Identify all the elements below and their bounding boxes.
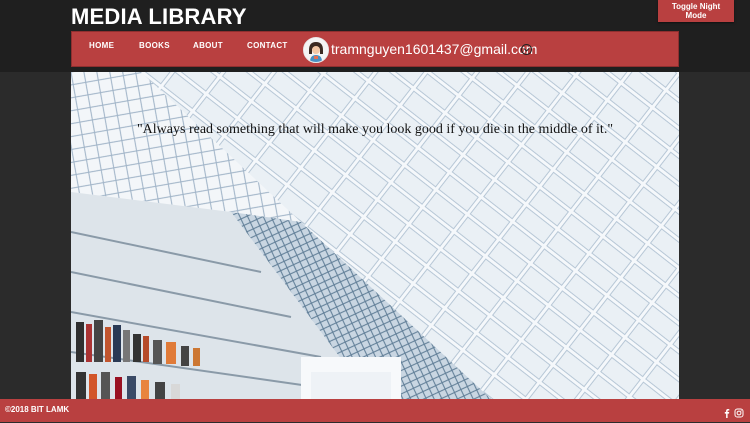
copyright-text: ©2018 BIT LAMK (5, 405, 70, 414)
nav-item-home[interactable]: HOME (89, 41, 114, 50)
nav-item-about[interactable]: ABOUT (193, 41, 223, 50)
top-bar: MEDIA LIBRARY Toggle Night Mode HOME BOO… (0, 0, 750, 72)
hero-banner: "Always read something that will make yo… (71, 72, 679, 399)
instagram-icon[interactable] (734, 405, 744, 418)
user-email[interactable]: tramnguyen1601437@gmail.com (331, 41, 537, 57)
avatar[interactable] (303, 37, 329, 63)
facebook-icon[interactable] (722, 405, 732, 418)
nav-item-contact[interactable]: CONTACT (247, 41, 288, 50)
footer: ©2018 BIT LAMK (0, 399, 750, 422)
avatar-illustration-icon (304, 38, 328, 62)
toggle-night-mode-button[interactable]: Toggle Night Mode (658, 0, 734, 22)
hero-quote: "Always read something that will make yo… (136, 122, 614, 137)
nav-bar: HOME BOOKS ABOUT CONTACT tramnguyen16014… (71, 31, 679, 67)
chevron-circle-icon[interactable] (521, 44, 532, 55)
nav-item-books[interactable]: BOOKS (139, 41, 170, 50)
site-title[interactable]: MEDIA LIBRARY (71, 4, 247, 30)
